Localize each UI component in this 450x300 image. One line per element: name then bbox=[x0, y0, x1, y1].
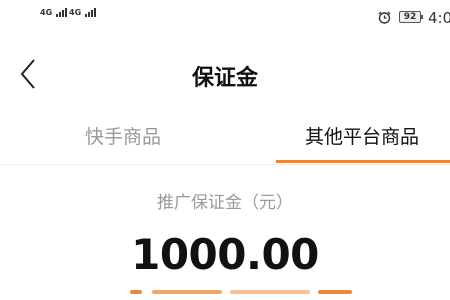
signal-indicator-1: 4G bbox=[40, 8, 68, 17]
signal-bars-icon bbox=[84, 8, 97, 17]
page-title: 保证金 bbox=[191, 66, 258, 91]
network-type-label: 4G bbox=[40, 8, 53, 17]
network-type-label: 4G bbox=[69, 8, 82, 17]
deposit-amount: 1000.00 bbox=[131, 230, 319, 279]
status-bar: 4G 4G 92 4:0 bbox=[0, 0, 450, 36]
navigation-bar: 保证金 bbox=[0, 46, 450, 102]
truncated-footer-text bbox=[130, 290, 370, 300]
battery-indicator: 92 bbox=[399, 11, 423, 23]
signal-bars-icon bbox=[55, 8, 68, 17]
tab-bar: 快手商品 其他平台商品 bbox=[0, 112, 450, 165]
signal-indicator-2: 4G bbox=[69, 8, 97, 17]
tab-other-platform-products[interactable]: 其他平台商品 bbox=[305, 122, 419, 149]
alarm-clock-icon bbox=[378, 11, 391, 24]
deposit-label: 推广保证金（元） bbox=[157, 193, 293, 213]
footer-fragment bbox=[230, 290, 310, 294]
footer-fragment bbox=[152, 290, 222, 294]
footer-fragment bbox=[130, 290, 142, 294]
status-time: 4:0 bbox=[428, 9, 450, 27]
tab-kuaishou-products[interactable]: 快手商品 bbox=[85, 122, 161, 149]
active-tab-indicator bbox=[276, 160, 450, 163]
footer-fragment bbox=[318, 290, 352, 294]
